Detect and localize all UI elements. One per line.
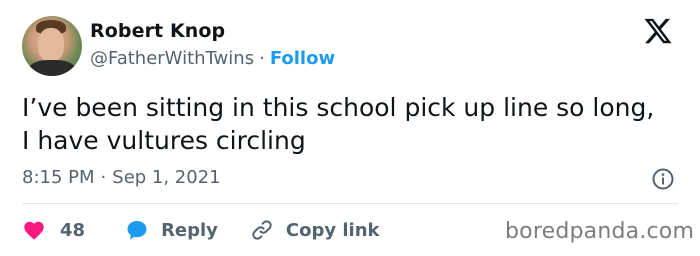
like-button[interactable]: 48 [22, 218, 85, 242]
divider [22, 203, 678, 204]
speech-bubble-icon [127, 221, 147, 240]
reply-button[interactable]: Reply [125, 218, 218, 242]
x-logo-icon[interactable] [643, 16, 673, 46]
timestamp[interactable]: 8:15 PM · Sep 1, 2021 [22, 167, 221, 188]
tweet-date: Sep 1, 2021 [112, 167, 221, 188]
like-count: 48 [60, 219, 86, 241]
separator-dot: · [259, 48, 265, 69]
avatar-face [38, 28, 64, 62]
info-icon[interactable] [651, 167, 675, 191]
author-name[interactable]: Robert Knop [90, 20, 225, 42]
action-bar: 48 Reply Copy link [22, 216, 380, 244]
heart-icon [24, 221, 44, 240]
tweet-text-line: I’ve been sitting in this school pick up… [22, 93, 655, 122]
tweet-text-line: I have vultures circling [22, 126, 306, 155]
avatar-shirt [28, 60, 76, 76]
link-icon [252, 220, 272, 240]
copy-link-label: Copy link [285, 219, 380, 241]
reply-label: Reply [161, 219, 218, 241]
avatar[interactable] [22, 16, 82, 76]
copy-link-button[interactable]: Copy link [250, 218, 380, 242]
watermark: boredpanda.com [505, 219, 695, 244]
tweet-time: 8:15 PM [22, 167, 95, 188]
follow-button[interactable]: Follow [270, 48, 335, 69]
author-handle-row: @FatherWithTwins · Follow [90, 48, 335, 69]
separator-dot: · [100, 167, 107, 188]
author-handle[interactable]: @FatherWithTwins [90, 48, 254, 69]
tweet-text: I’ve been sitting in this school pick up… [22, 91, 682, 157]
